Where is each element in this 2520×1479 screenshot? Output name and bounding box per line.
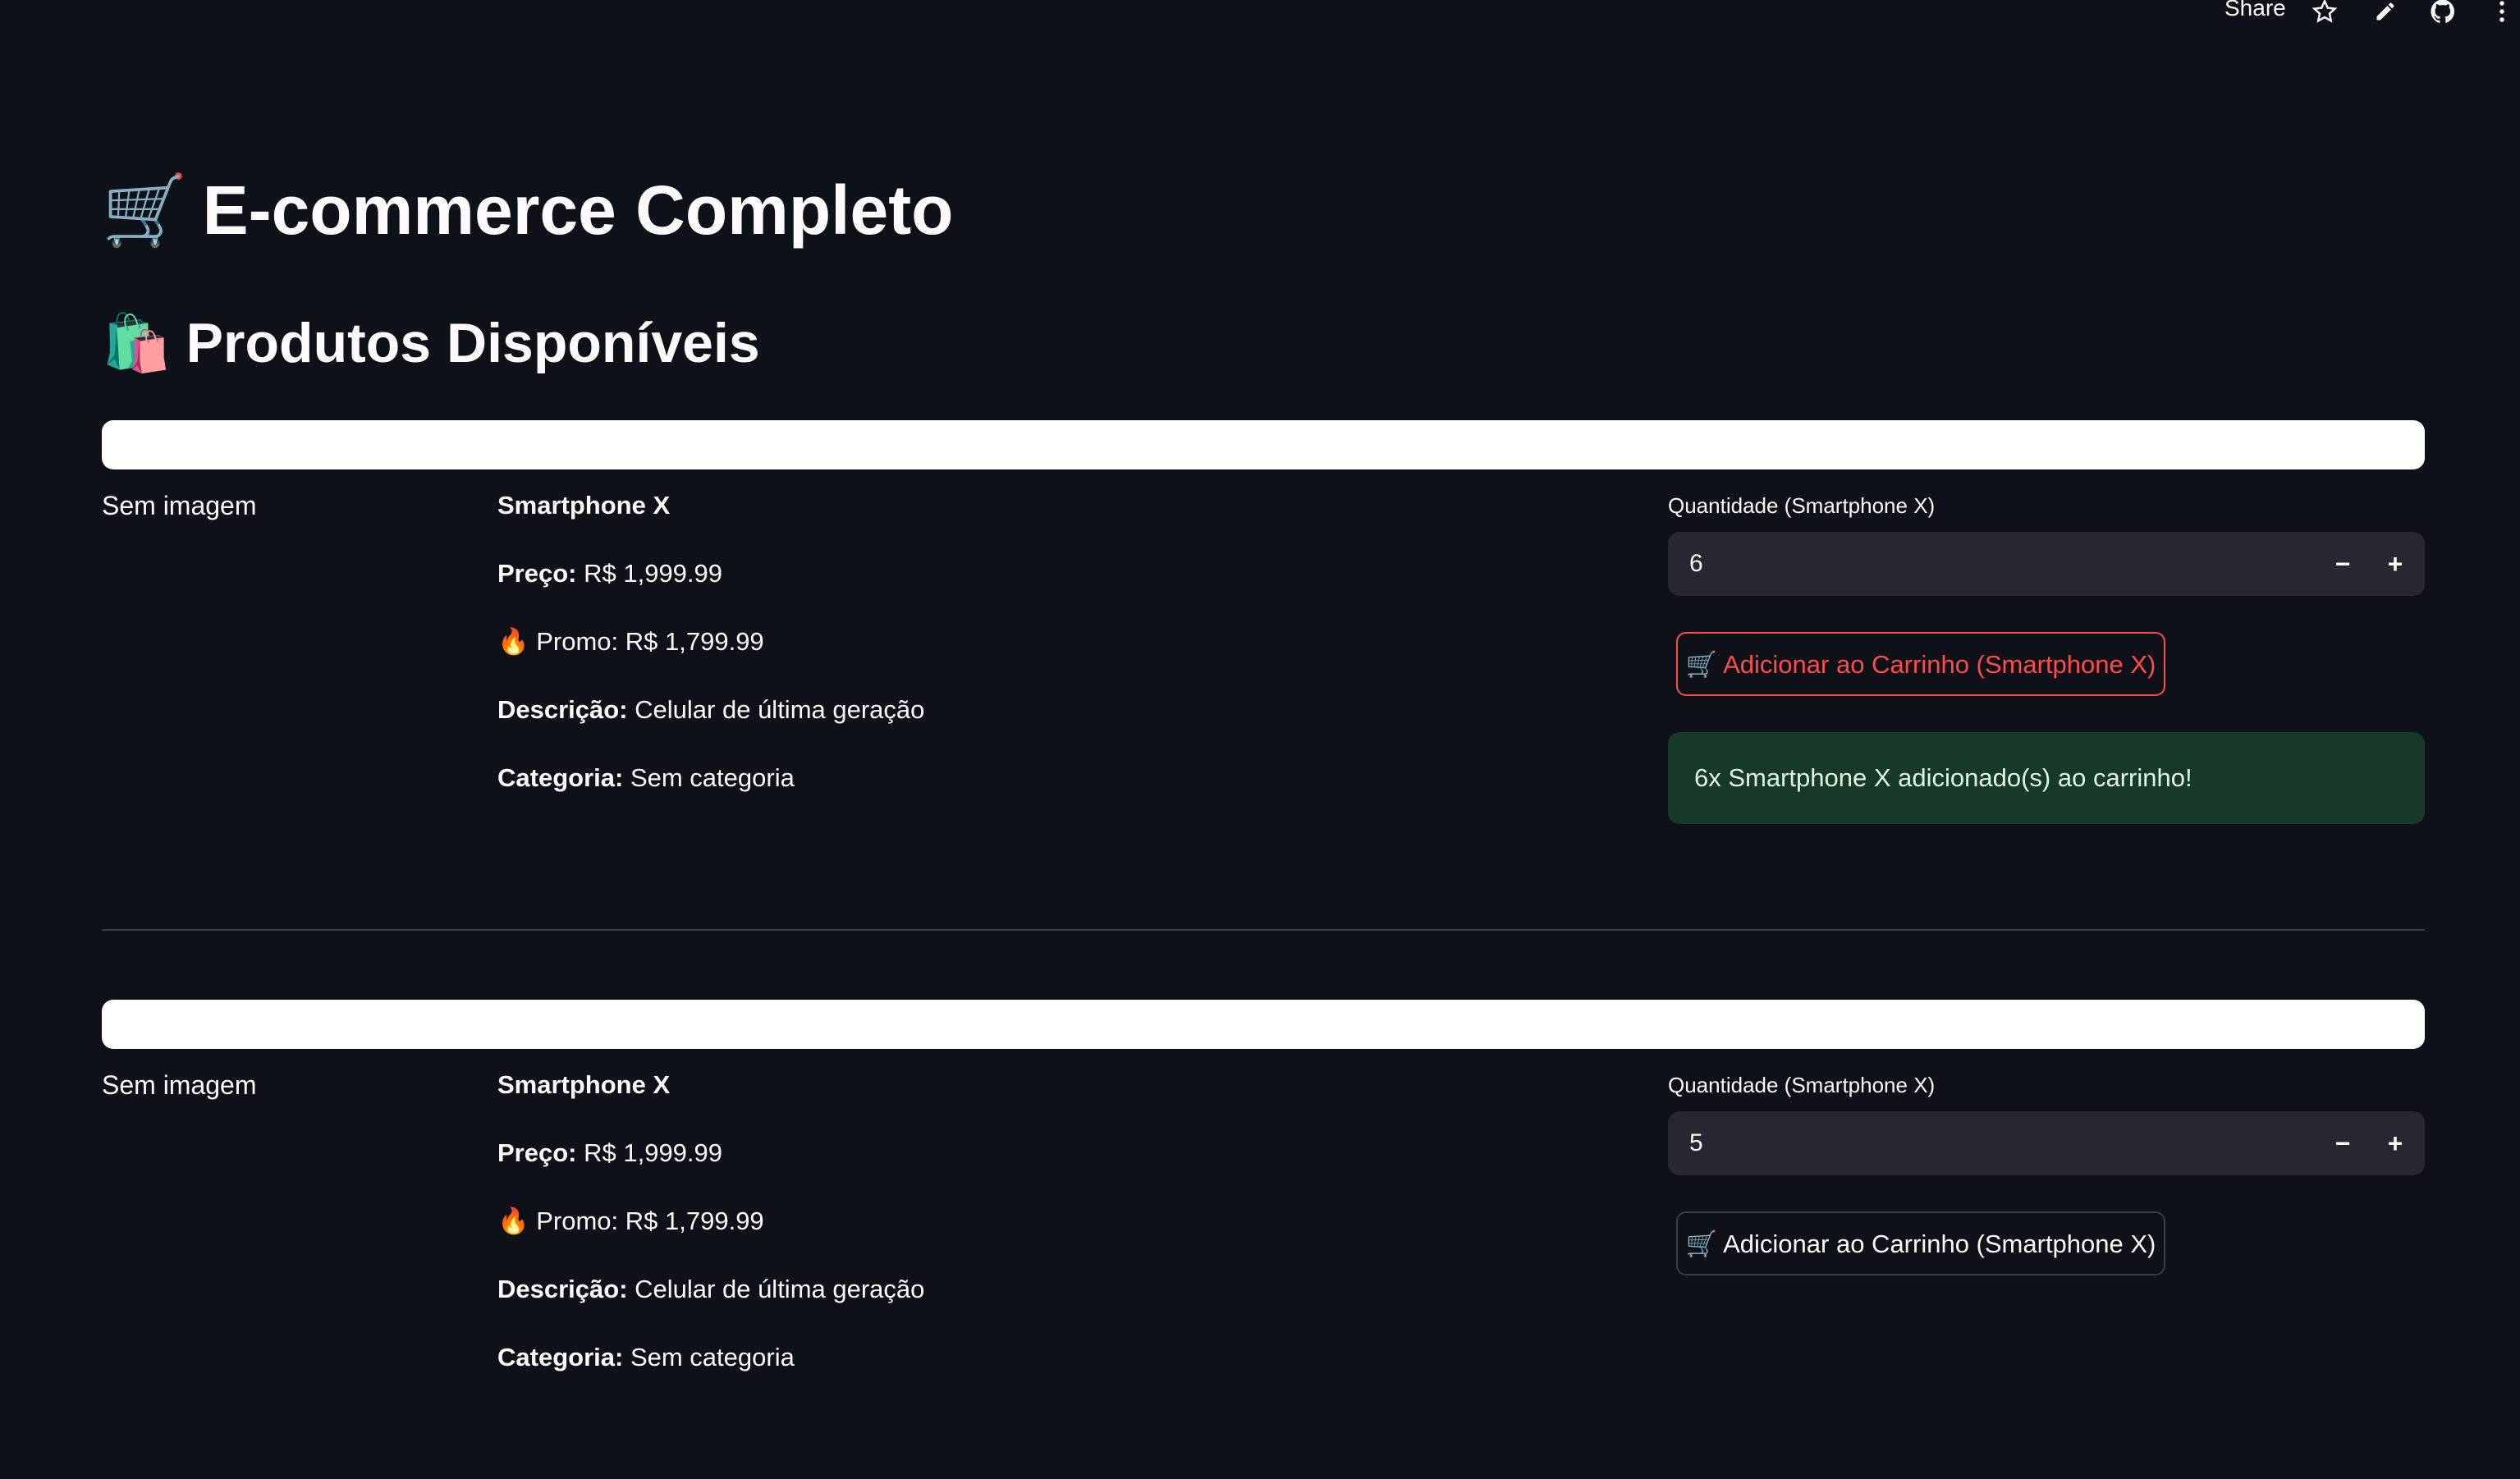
price-label: Preço: [497, 1138, 577, 1167]
product-banner [102, 420, 2425, 469]
description-value: Celular de última geração [635, 695, 925, 724]
category-value: Sem categoria [630, 763, 795, 792]
quantity-label: Quantidade (Smartphone X) [1668, 1073, 1936, 1097]
cart-emoji-icon: 🛒 [102, 172, 188, 249]
category-label: Categoria: [497, 1343, 624, 1371]
success-message: 6x Smartphone X adicionado(s) ao carrinh… [1694, 763, 2192, 792]
add-to-cart-button[interactable]: 🛒 Adicionar ao Carrinho (Smartphone X) [1676, 632, 2165, 696]
quantity-label: Quantidade (Smartphone X) [1668, 493, 1936, 518]
product-banner [102, 1000, 2425, 1049]
description-label: Descrição: [497, 695, 628, 724]
quantity-stepper[interactable]: 6 − + [1668, 532, 2425, 596]
increment-button[interactable]: + [2369, 1111, 2421, 1175]
quantity-value[interactable]: 6 [1689, 532, 1703, 596]
product-info: Smartphone X Preço: R$ 1,999.99 🔥 Promo:… [497, 1065, 924, 1406]
promo-text: Promo: R$ 1,799.99 [536, 627, 764, 656]
category-label: Categoria: [497, 763, 624, 792]
price-value: R$ 1,999.99 [584, 559, 723, 588]
product-info: Smartphone X Preço: R$ 1,999.99 🔥 Promo:… [497, 486, 924, 826]
price-label: Preço: [497, 559, 577, 588]
share-button[interactable]: Share [2224, 0, 2286, 21]
decrement-button[interactable]: − [2316, 1111, 2369, 1175]
fire-emoji-icon: 🔥 [497, 627, 529, 656]
page-title-text: E-commerce Completo [202, 172, 954, 249]
shopping-bags-emoji-icon: 🛍️ [102, 312, 172, 374]
github-icon[interactable] [2428, 0, 2458, 26]
promo-text: Promo: R$ 1,799.99 [536, 1207, 764, 1235]
section-title: 🛍️ Produtos Disponíveis [102, 300, 760, 386]
fire-emoji-icon: 🔥 [497, 1207, 529, 1235]
divider [102, 929, 2425, 931]
image-placeholder: Sem imagem [102, 1070, 257, 1100]
section-title-text: Produtos Disponíveis [186, 312, 760, 374]
description-value: Celular de última geração [635, 1275, 925, 1303]
add-to-cart-button[interactable]: 🛒 Adicionar ao Carrinho (Smartphone X) [1676, 1211, 2165, 1275]
kebab-menu-icon[interactable] [2487, 0, 2517, 26]
increment-button[interactable]: + [2369, 532, 2421, 596]
description-label: Descrição: [497, 1275, 628, 1303]
pencil-icon[interactable] [2371, 0, 2400, 26]
quantity-value[interactable]: 5 [1689, 1111, 1703, 1175]
page-title: 🛒 E-commerce Completo [102, 164, 954, 256]
price-value: R$ 1,999.99 [584, 1138, 723, 1167]
image-placeholder: Sem imagem [102, 491, 257, 520]
star-icon[interactable] [2310, 0, 2339, 26]
product-name: Smartphone X [497, 1070, 671, 1099]
quantity-stepper[interactable]: 5 − + [1668, 1111, 2425, 1175]
product-name: Smartphone X [497, 491, 671, 520]
success-alert: 6x Smartphone X adicionado(s) ao carrinh… [1668, 732, 2425, 824]
category-value: Sem categoria [630, 1343, 795, 1371]
decrement-button[interactable]: − [2316, 532, 2369, 596]
